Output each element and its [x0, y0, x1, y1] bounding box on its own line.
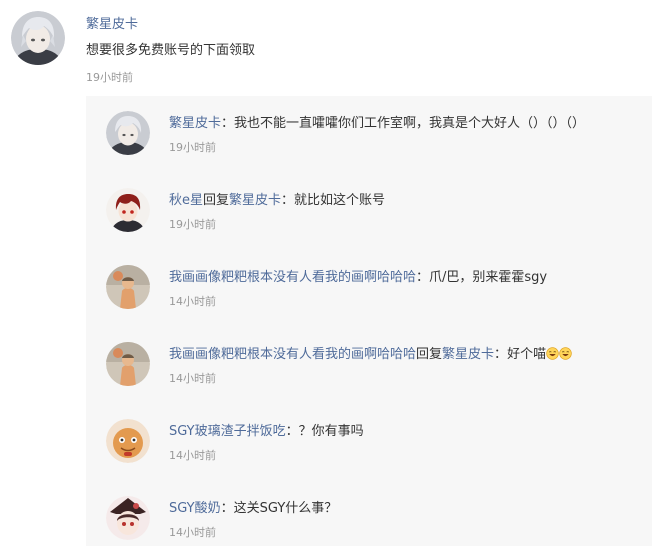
reply-text: 爪/巴，别来霍霍sgy [429, 270, 548, 285]
reply-content: 我画画像粑粑根本没有人看我的画啊哈哈哈：爪/巴，别来霍霍sgy [169, 266, 547, 285]
user-avatar[interactable] [106, 419, 150, 463]
user-avatar[interactable] [11, 11, 65, 65]
user-avatar[interactable] [106, 342, 150, 386]
reply-item: 我画画像粑粑根本没有人看我的画啊哈哈哈回复繁星皮卡：好个喵 14小时前 [86, 327, 652, 403]
comment-text: 想要很多免费账号的下面领取 [86, 43, 256, 58]
reply-content: 我画画像粑粑根本没有人看我的画啊哈哈哈回复繁星皮卡：好个喵 [169, 343, 572, 362]
reply-content: 秋e星回复繁星皮卡：就比如这个账号 [169, 189, 385, 208]
separator: ： [416, 270, 430, 285]
reply-prefix: 回复 [203, 193, 230, 208]
reply-text: 我也不能一直嚯嚯你们工作室啊，我真是个大好人（）（）（） [234, 116, 586, 131]
user-avatar[interactable] [106, 188, 150, 232]
reply-author[interactable]: 我画画像粑粑根本没有人看我的画啊哈哈哈 [169, 347, 416, 362]
reply-author[interactable]: 秋e星 [169, 193, 203, 208]
separator: ： [494, 347, 508, 362]
reply-item: 繁星皮卡：我也不能一直嚯嚯你们工作室啊，我真是个大好人（）（）（） 19小时前 [86, 96, 652, 172]
reply-timestamp: 19小时前 [169, 218, 216, 231]
reply-timestamp: 14小时前 [169, 372, 216, 385]
reply-timestamp: 14小时前 [169, 449, 216, 462]
reply-timestamp: 14小时前 [169, 526, 216, 539]
grin-emoji-icon [559, 347, 572, 360]
reply-author[interactable]: SGY酸奶 [169, 501, 221, 516]
reply-text: 好个喵 [507, 347, 547, 362]
reply-text: 这关SGY什么事？ [233, 501, 338, 516]
reply-content: SGY酸奶：这关SGY什么事？ [169, 497, 337, 516]
main-comment: 繁星皮卡 想要很多免费账号的下面领取 19小时前 [0, 0, 652, 96]
reply-timestamp: 19小时前 [169, 141, 216, 154]
reply-timestamp: 14小时前 [169, 295, 216, 308]
reply-author[interactable]: SGY玻璃渣子拌饭吃 [169, 424, 286, 439]
user-avatar[interactable] [106, 111, 150, 155]
reply-list: 繁星皮卡：我也不能一直嚯嚯你们工作室啊，我真是个大好人（）（）（） 19小时前 … [86, 96, 652, 546]
reply-text: ？你有事吗 [298, 424, 364, 439]
reply-to-user[interactable]: 繁星皮卡 [229, 193, 281, 208]
reply-text: 就比如这个账号 [294, 193, 386, 208]
reply-item: 我画画像粑粑根本没有人看我的画啊哈哈哈：爪/巴，别来霍霍sgy 14小时前 [86, 250, 652, 326]
reply-author[interactable]: 我画画像粑粑根本没有人看我的画啊哈哈哈 [169, 270, 416, 285]
grin-emoji-icon [546, 347, 559, 360]
separator: ： [285, 424, 299, 439]
reply-content: 繁星皮卡：我也不能一直嚯嚯你们工作室啊，我真是个大好人（）（）（） [169, 112, 585, 131]
comment-author[interactable]: 繁星皮卡 [86, 13, 138, 32]
separator: ： [220, 501, 234, 516]
comment-timestamp: 19小时前 [86, 71, 133, 84]
reply-item: 秋e星回复繁星皮卡：就比如这个账号 19小时前 [86, 173, 652, 249]
reply-author[interactable]: 繁星皮卡 [169, 116, 221, 131]
reply-content: SGY玻璃渣子拌饭吃：？你有事吗 [169, 420, 364, 439]
separator: ： [221, 116, 235, 131]
reply-prefix: 回复 [416, 347, 443, 362]
user-avatar[interactable] [106, 265, 150, 309]
reply-to-user[interactable]: 繁星皮卡 [442, 347, 494, 362]
user-avatar[interactable] [106, 496, 150, 540]
reply-item: SGY玻璃渣子拌饭吃：？你有事吗 14小时前 [86, 404, 652, 480]
separator: ： [281, 193, 295, 208]
